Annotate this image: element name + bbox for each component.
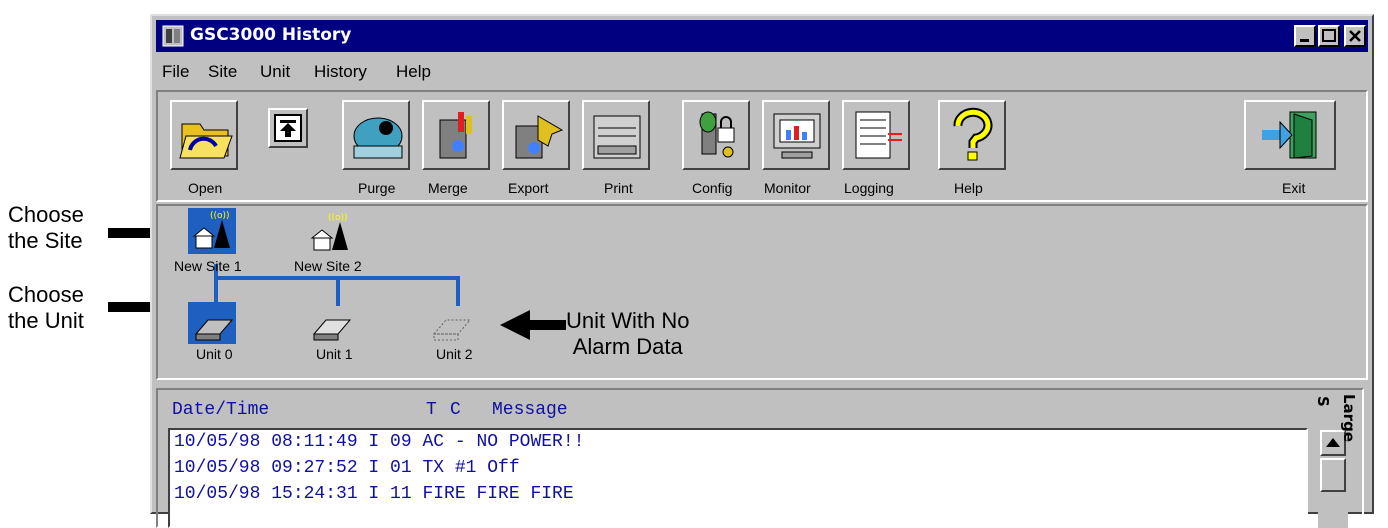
close-button[interactable] (1344, 25, 1366, 47)
purge-button[interactable] (342, 100, 410, 170)
print-button[interactable] (582, 100, 650, 170)
site-tower-icon[interactable]: ((o)) (190, 208, 236, 252)
list-item[interactable]: 10/05/98 08:11:49 I 09 AC - NO POWER!! (174, 432, 584, 452)
list-item[interactable]: 10/05/98 15:24:31 I 11 FIRE FIRE FIRE (174, 484, 574, 504)
site-tower-icon[interactable]: ((o)) (308, 210, 354, 254)
menu-unit[interactable]: Unit (260, 62, 290, 82)
close-icon (1349, 30, 1361, 42)
site-label[interactable]: New Site 1 (174, 258, 242, 274)
purge-icon (353, 117, 403, 159)
printer-icon (593, 115, 641, 159)
merge-icon (439, 112, 472, 159)
logging-icon (855, 111, 902, 159)
column-header-message[interactable]: Message (492, 400, 568, 420)
logging-label: Logging (844, 180, 894, 196)
scroll-thumb[interactable] (1320, 458, 1346, 492)
column-header-c[interactable]: C (450, 400, 461, 420)
open-button[interactable] (170, 100, 238, 170)
export-label: Export (508, 180, 549, 196)
site-unit-tree: ((o)) New Site 1 ((o)) New Site 2 Unit 0… (156, 204, 1368, 380)
svg-text:((o)): ((o)) (210, 211, 230, 221)
menu-bar: File Site Unit History Help (156, 56, 1368, 86)
title-bar: GSC3000 History (156, 20, 1368, 52)
annotation-no-alarm: Unit With No Alarm Data (566, 308, 689, 360)
export-icon (515, 115, 564, 159)
question-mark-icon (953, 107, 993, 161)
annotation-choose-unit: Choose the Unit (8, 282, 84, 334)
unit-device-empty-icon[interactable] (428, 304, 474, 344)
svg-text:((o)): ((o)) (328, 213, 348, 223)
unit-label[interactable]: Unit 1 (316, 346, 353, 362)
large-size-label[interactable]: Large (1340, 394, 1358, 442)
open-label: Open (188, 180, 223, 196)
list-item[interactable]: 10/05/98 09:27:52 I 01 TX #1 Off (174, 458, 520, 478)
monitor-icon (773, 113, 821, 159)
maximize-icon (1322, 29, 1336, 42)
annotation-line: Unit With No (566, 308, 690, 333)
unit-device-icon[interactable] (190, 304, 236, 344)
menu-site[interactable]: Site (208, 62, 237, 82)
monitor-label: Monitor (764, 180, 811, 196)
exit-label: Exit (1282, 180, 1306, 196)
small-size-label[interactable]: S (1314, 396, 1332, 407)
maximize-button[interactable] (1318, 25, 1340, 47)
column-header-datetime[interactable]: Date/Time (172, 400, 269, 420)
annotation-line: Choose (8, 202, 84, 227)
monitor-button[interactable] (762, 100, 830, 170)
open-folder-icon (179, 123, 233, 159)
menu-help[interactable]: Help (396, 62, 431, 82)
annotation-line: Choose (8, 282, 84, 307)
alarm-log-list[interactable]: 10/05/98 08:11:49 I 09 AC - NO POWER!! 1… (168, 428, 1308, 528)
arrow-left-icon (500, 310, 566, 340)
history-window: GSC3000 History File Site Unit History H… (150, 14, 1374, 528)
exit-button[interactable] (1244, 100, 1336, 170)
annotation-line: the Site (8, 228, 83, 253)
config-button[interactable] (682, 100, 750, 170)
export-button[interactable] (502, 100, 570, 170)
lock-key-icon (699, 111, 735, 158)
minimize-icon (1300, 39, 1309, 42)
logging-button[interactable] (842, 100, 910, 170)
window-title: GSC3000 History (190, 25, 352, 45)
annotation-line: Alarm Data (572, 334, 683, 359)
column-header-t[interactable]: T (426, 400, 437, 420)
help-button[interactable] (938, 100, 1006, 170)
print-label: Print (604, 180, 633, 196)
toolbar: Open Purge Merge Export Print Config Mon… (156, 90, 1368, 202)
menu-file[interactable]: File (162, 62, 189, 82)
annotation-line: the Unit (8, 308, 84, 333)
merge-label: Merge (428, 180, 468, 196)
merge-button[interactable] (422, 100, 490, 170)
exit-door-icon (1262, 111, 1317, 159)
purge-label: Purge (358, 180, 396, 196)
menu-history[interactable]: History (314, 62, 367, 82)
help-label: Help (954, 180, 983, 196)
unit-device-icon[interactable] (308, 304, 354, 344)
top-button[interactable] (268, 108, 308, 148)
vertical-scrollbar[interactable] (1318, 428, 1348, 528)
config-label: Config (692, 180, 733, 196)
site-label[interactable]: New Site 2 (294, 258, 362, 274)
arrow-up-to-top-icon (274, 114, 302, 142)
unit-label[interactable]: Unit 0 (196, 346, 233, 362)
unit-label[interactable]: Unit 2 (436, 346, 473, 362)
alarm-log-panel: Date/Time T C Message 10/05/98 08:11:49 … (156, 388, 1364, 528)
app-icon (162, 25, 184, 47)
annotation-choose-site: Choose the Site (8, 202, 84, 254)
minimize-button[interactable] (1294, 25, 1316, 47)
